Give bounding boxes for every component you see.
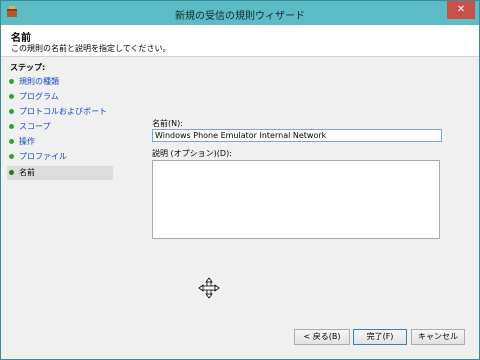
step-label: 名前 xyxy=(19,168,35,177)
name-input[interactable]: Windows Phone Emulator Internal Network xyxy=(152,129,442,142)
page-title: 名前 xyxy=(11,33,31,44)
steps-heading: ステップ: xyxy=(10,63,46,72)
step-status-icon xyxy=(9,124,14,129)
wizard-window: 新規の受信の規則ウィザード ✕ 名前 この規則の名前と説明を指定してください。 … xyxy=(0,0,480,360)
step-label: 操作 xyxy=(19,137,35,146)
name-label: 名前(N): xyxy=(152,119,183,128)
description-textarea[interactable] xyxy=(152,160,440,239)
step-status-icon xyxy=(9,94,14,99)
step-action[interactable]: 操作 xyxy=(7,135,113,149)
step-rule-type[interactable]: 規則の種類 xyxy=(7,75,113,89)
step-label: スコープ xyxy=(19,122,51,131)
back-button[interactable]: < 戻る(B) xyxy=(294,329,350,345)
step-status-icon xyxy=(9,79,14,84)
step-status-icon xyxy=(9,139,14,144)
window-title: 新規の受信の規則ウィザード xyxy=(175,11,305,22)
cancel-button[interactable]: キャンセル xyxy=(411,329,465,345)
step-status-icon xyxy=(9,170,14,175)
step-program[interactable]: プログラム xyxy=(7,90,113,104)
step-profile[interactable]: プロファイル xyxy=(7,150,113,164)
step-label: プロトコルおよびポート xyxy=(19,107,107,116)
description-label: 説明 (オプション)(D): xyxy=(152,149,232,158)
step-status-icon xyxy=(9,154,14,159)
step-scope[interactable]: スコープ xyxy=(7,120,113,134)
title-bar[interactable]: 新規の受信の規則ウィザード ✕ xyxy=(1,1,479,25)
step-label: プログラム xyxy=(19,92,59,101)
wizard-header: 名前 この規則の名前と説明を指定してください。 xyxy=(1,25,479,57)
step-name[interactable]: 名前 xyxy=(7,166,113,180)
finish-button[interactable]: 完了(F) xyxy=(353,329,407,345)
step-protocol-ports[interactable]: プロトコルおよびポート xyxy=(7,105,113,119)
main-panel: 名前(N): Windows Phone Emulator Internal N… xyxy=(118,59,479,359)
steps-panel: ステップ: 規則の種類 プログラム プロトコルおよびポート スコープ 操作 プロ… xyxy=(1,59,117,359)
close-button[interactable]: ✕ xyxy=(447,1,475,19)
step-label: プロファイル xyxy=(19,152,67,161)
step-label: 規則の種類 xyxy=(19,77,59,86)
step-status-icon xyxy=(9,109,14,114)
move-cursor-icon xyxy=(198,277,220,299)
page-description: この規則の名前と説明を指定してください。 xyxy=(11,44,171,53)
